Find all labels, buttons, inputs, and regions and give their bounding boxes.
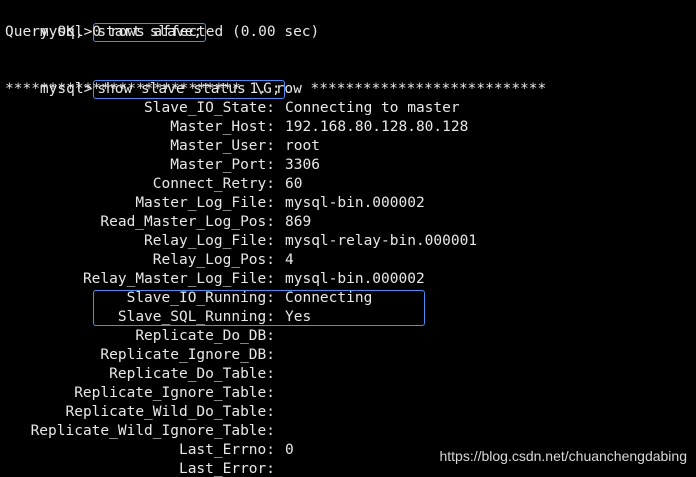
status-field-key: Master_User: (170, 138, 275, 154)
status-field-value: 60 (285, 176, 303, 192)
status-field-key: Replicate_Ignore_DB: (100, 347, 275, 363)
command-line-2: mysql> show slave status \G; (5, 61, 285, 99)
status-field-value: 869 (285, 214, 312, 230)
terminal-window[interactable]: mysql> start slave; Query OK, 0 rows affe… (0, 0, 696, 477)
row-separator: *************************** 1. row *****… (5, 81, 547, 97)
status-field-row: Replicate_Wild_Do_Table: (0, 403, 696, 422)
status-field-value: 192.168.80.128.80.128 (285, 119, 469, 135)
status-field-value: mysql-relay-bin.000001 (285, 233, 478, 249)
status-field-row: Replicate_Do_DB: (0, 327, 696, 346)
status-field-row: Master_Log_File: mysql-bin.000002 (0, 194, 696, 213)
status-field-value: mysql-bin.000002 (285, 271, 425, 287)
status-field-key: Master_Port: (170, 157, 275, 173)
status-field-row: Relay_Master_Log_File: mysql-bin.000002 (0, 270, 696, 289)
status-field-value: mysql-bin.000002 (285, 195, 425, 211)
status-field-key: Relay_Log_Pos: (152, 252, 275, 268)
status-field-key: Replicate_Do_DB: (135, 328, 275, 344)
status-field-key: Relay_Master_Log_File: (82, 271, 275, 287)
status-field-row: Replicate_Ignore_Table: (0, 384, 696, 403)
status-field-row: Replicate_Ignore_DB: (0, 346, 696, 365)
status-field-row: Slave_IO_State: Connecting to master (0, 99, 696, 118)
watermark: https://blog.csdn.net/chuanchengdabing (439, 448, 687, 464)
status-field-row: Master_User: root (0, 137, 696, 156)
status-field-row: Read_Master_Log_Pos: 869 (0, 213, 696, 232)
status-field-row: Connect_Retry: 60 (0, 175, 696, 194)
query-result: Query OK, 0 rows affected (0.00 sec) (5, 24, 320, 40)
status-field-key: Replicate_Ignore_Table: (74, 385, 275, 401)
status-field-row: Replicate_Do_Table: (0, 365, 696, 384)
status-field-key: Last_Errno: (178, 442, 275, 458)
status-field-row: Master_Port: 3306 (0, 156, 696, 175)
status-field-value: 3306 (285, 157, 320, 173)
status-field-key: Master_Log_File: (135, 195, 275, 211)
command-line-1: mysql> start slave; (5, 4, 207, 42)
status-field-key: Replicate_Wild_Ignore_Table: (30, 423, 275, 439)
status-field-value: 4 (285, 252, 294, 268)
status-field-row: Replicate_Wild_Ignore_Table: (0, 422, 696, 441)
status-field-value: 0 (285, 442, 294, 458)
status-field-key: Master_Host: (170, 119, 275, 135)
status-field-key: Relay_Log_File: (144, 233, 275, 249)
status-field-value: Connecting to master (285, 100, 460, 116)
status-field-key: Replicate_Wild_Do_Table: (65, 404, 275, 420)
running-status-highlight (93, 290, 425, 326)
status-field-value: root (285, 138, 320, 154)
status-field-row: Relay_Log_File: mysql-relay-bin.000001 (0, 232, 696, 251)
status-field-row: Master_Host: 192.168.80.128.80.128 (0, 118, 696, 137)
status-field-key: Read_Master_Log_Pos: (100, 214, 275, 230)
status-field-key: Last_Error: (178, 461, 275, 477)
status-field-key: Connect_Retry: (152, 176, 275, 192)
status-field-key: Slave_IO_State: (144, 100, 275, 116)
status-field-key: Replicate_Do_Table: (109, 366, 275, 382)
status-field-row: Relay_Log_Pos: 4 (0, 251, 696, 270)
